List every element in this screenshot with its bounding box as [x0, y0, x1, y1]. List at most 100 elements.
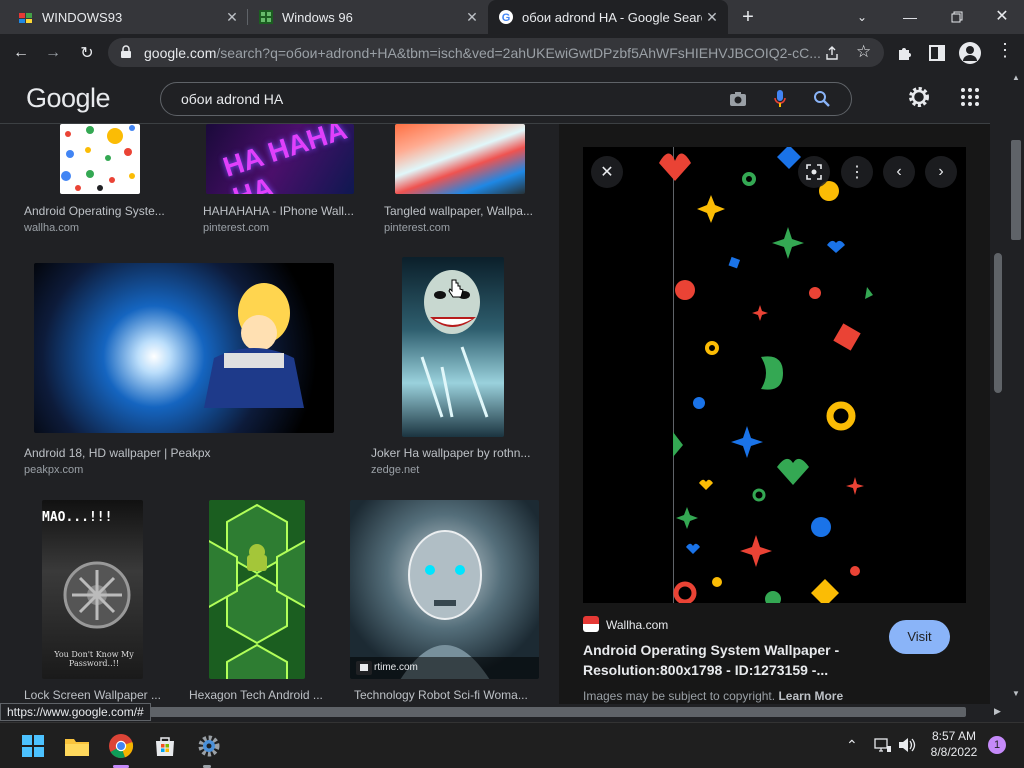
- scroll-down-arrow-icon[interactable]: ▼: [1012, 689, 1020, 698]
- result-thumbnail-tangled[interactable]: [395, 124, 525, 194]
- back-arrow-icon[interactable]: ←: [8, 40, 34, 66]
- result-source[interactable]: wallha.com: [24, 222, 79, 234]
- hahaha-graffiti-text: HA HAHA HA: [219, 124, 350, 194]
- network-icon[interactable]: [874, 737, 892, 758]
- image-badge-icon: [356, 661, 372, 675]
- hand-cursor-icon: [448, 279, 464, 304]
- preview-site-name[interactable]: Wallha.com: [606, 618, 668, 632]
- result-caption[interactable]: Hexagon Tech Android ...: [189, 688, 339, 702]
- reload-icon[interactable]: ↻: [74, 40, 100, 66]
- clock-time[interactable]: 8:57 AM: [926, 729, 982, 743]
- lock-thumb-caption: You Don't Know My Password..!!: [54, 650, 134, 668]
- notification-badge[interactable]: 1: [988, 736, 1006, 754]
- result-caption[interactable]: Lock Screen Wallpaper ...: [24, 688, 174, 702]
- tab-close-icon[interactable]: ✕: [464, 9, 480, 25]
- result-source[interactable]: peakpx.com: [24, 464, 83, 476]
- tab-google-search[interactable]: G обои adrond HA - Google Search ✕: [488, 0, 728, 34]
- tab-windows93[interactable]: WINDOWS93 ✕: [8, 0, 248, 34]
- google-logo[interactable]: Google: [26, 83, 111, 114]
- result-caption[interactable]: Android Operating Syste...: [24, 204, 174, 218]
- result-caption[interactable]: Tangled wallpaper, Wallpa...: [384, 204, 534, 218]
- close-preview-icon[interactable]: ✕: [591, 156, 623, 188]
- tab-title: обои adrond HA - Google Search: [522, 9, 702, 25]
- tab-windows96[interactable]: Windows 96 ✕: [248, 0, 488, 34]
- file-explorer-folder-icon[interactable]: [62, 731, 92, 761]
- preview-image[interactable]: ✕ ⋮ ‹ ›: [583, 147, 966, 603]
- svg-text:G: G: [502, 12, 511, 24]
- previous-chevron-left-icon[interactable]: ‹: [883, 156, 915, 188]
- chrome-icon[interactable]: [106, 731, 136, 761]
- result-thumbnail-android-dots[interactable]: [60, 124, 140, 194]
- more-options-kebab-icon[interactable]: ⋮: [841, 156, 873, 188]
- image-preview-panel: ✕ ⋮ ‹ › Wallha.com Android Operating Sys…: [559, 124, 990, 704]
- microsoft-store-icon[interactable]: [150, 731, 180, 761]
- google-lens-icon[interactable]: [798, 156, 830, 188]
- window-close-icon[interactable]: ✕: [990, 7, 1014, 27]
- taskbar: ⌃ 8:57 AM 8/8/2022 1: [0, 722, 1024, 768]
- new-tab-icon[interactable]: +: [738, 7, 758, 27]
- horizontal-scrollbar[interactable]: ▶: [150, 704, 1006, 721]
- settings-gear-icon[interactable]: [907, 85, 931, 114]
- extensions-puzzle-icon[interactable]: [896, 44, 914, 67]
- url-host: google.com: [144, 44, 217, 61]
- minimize-icon[interactable]: —: [898, 7, 922, 27]
- copyright-text: Images may be subject to copyright.: [583, 689, 779, 703]
- result-thumbnail-hexagon[interactable]: [209, 500, 305, 679]
- copyright-note: Images may be subject to copyright. Lear…: [583, 689, 843, 703]
- result-source[interactable]: zedge.net: [371, 464, 419, 476]
- result-thumbnail-android18[interactable]: [34, 263, 334, 433]
- result-thumbnail-hahaha[interactable]: HA HAHA HA: [206, 124, 354, 194]
- google-header: Google обои adrond HA: [0, 71, 1024, 124]
- vertical-scrollbar[interactable]: ▲ ▼: [990, 71, 1024, 704]
- tab-strip: WINDOWS93 ✕ Windows 96 ✕ G обои adrond H…: [0, 0, 1024, 34]
- volume-speaker-icon[interactable]: [898, 737, 916, 758]
- restore-icon[interactable]: [944, 7, 968, 27]
- clock-date[interactable]: 8/8/2022: [926, 745, 982, 759]
- next-chevron-right-icon[interactable]: ›: [925, 156, 957, 188]
- search-input[interactable]: обои adrond HA: [160, 82, 852, 116]
- address-bar[interactable]: google.com/search?q=обои+adrond+HA&tbm=i…: [108, 38, 884, 67]
- page-scroll-thumb[interactable]: [1011, 140, 1021, 240]
- result-thumbnail-lock-screen[interactable]: MAO...!!! You Don't Know My Password..!!: [42, 500, 143, 679]
- google-favicon-icon: G: [498, 9, 514, 25]
- camera-lens-icon[interactable]: [729, 91, 747, 110]
- search-query: обои adrond HA: [181, 91, 284, 107]
- learn-more-link[interactable]: Learn More: [778, 689, 843, 703]
- scroll-right-arrow-icon[interactable]: ▶: [994, 706, 1001, 717]
- result-source[interactable]: pinterest.com: [203, 222, 269, 234]
- result-thumbnail-robot[interactable]: rtime.com: [350, 500, 539, 679]
- visit-button[interactable]: Visit: [889, 620, 950, 654]
- chrome-menu-kebab-icon[interactable]: ⋮: [996, 40, 1014, 61]
- horizontal-scroll-thumb[interactable]: [150, 707, 966, 717]
- result-source[interactable]: pinterest.com: [384, 222, 450, 234]
- preview-title[interactable]: Android Operating System Wallpaper - Res…: [583, 640, 853, 680]
- microphone-icon[interactable]: [773, 89, 787, 112]
- apps-grid-icon[interactable]: [960, 87, 980, 112]
- tray-chevron-up-icon[interactable]: ⌃: [846, 737, 858, 754]
- scroll-up-arrow-icon[interactable]: ▲: [1012, 73, 1020, 82]
- toolbar: ← → ↻ google.com/search?q=обои+adrond+HA…: [0, 34, 1024, 71]
- profile-avatar-icon[interactable]: [959, 42, 981, 64]
- result-caption[interactable]: Joker Ha wallpaper by rothn...: [371, 446, 536, 460]
- result-caption[interactable]: HAHAHAHA - IPhone Wall...: [203, 204, 353, 218]
- windows-start-icon[interactable]: [18, 731, 48, 761]
- lock-icon[interactable]: [120, 45, 132, 62]
- sidebar-panel-icon[interactable]: [928, 44, 946, 67]
- wallha-favicon-icon: [583, 616, 599, 632]
- image-results: Android Operating Syste... wallha.com HA…: [0, 124, 990, 704]
- result-caption[interactable]: Technology Robot Sci-fi Woma...: [354, 688, 534, 702]
- results-scroll-thumb[interactable]: [994, 253, 1002, 393]
- settings-gear-app-icon[interactable]: [194, 731, 224, 761]
- forward-arrow-icon[interactable]: →: [40, 40, 66, 66]
- bookmark-star-icon[interactable]: ☆: [856, 42, 871, 62]
- tab-close-icon[interactable]: ✕: [704, 9, 720, 25]
- tab-search-chevron-down-icon[interactable]: ⌄: [852, 7, 872, 27]
- tab-title: WINDOWS93: [42, 9, 123, 25]
- tab-close-icon[interactable]: ✕: [224, 9, 240, 25]
- tab-title: Windows 96: [282, 9, 353, 25]
- robot-thumb-watermark: rtime.com: [374, 662, 418, 673]
- result-caption[interactable]: Android 18, HD wallpaper | Peakpx: [24, 446, 244, 460]
- status-url-bubble: https://www.google.com/#: [0, 703, 151, 721]
- search-icon[interactable]: [813, 90, 831, 111]
- share-icon[interactable]: [824, 45, 840, 64]
